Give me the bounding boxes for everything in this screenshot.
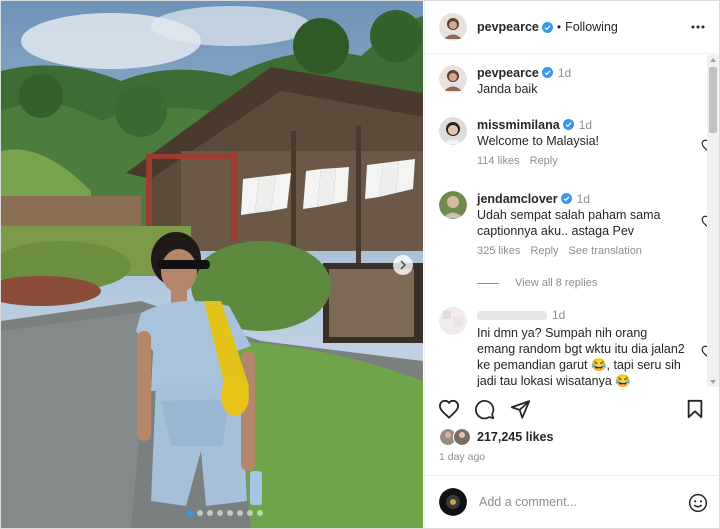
comment-button[interactable] bbox=[474, 399, 495, 423]
verified-badge-icon bbox=[562, 119, 574, 130]
blurred-username bbox=[477, 311, 547, 321]
commenter-username[interactable]: missmimilana bbox=[477, 118, 560, 132]
scroll-down-arrow-icon[interactable] bbox=[710, 380, 716, 384]
more-horizontal-icon bbox=[691, 25, 705, 29]
comment-time: 1d bbox=[557, 66, 572, 80]
chevron-right-icon bbox=[400, 260, 407, 270]
reply-button[interactable]: Reply bbox=[530, 155, 558, 167]
commenter-avatar[interactable] bbox=[439, 307, 467, 335]
heart-icon bbox=[438, 399, 460, 419]
scroll-up-arrow-icon[interactable] bbox=[710, 58, 716, 62]
likes-summary: 217,245 likes bbox=[439, 428, 553, 446]
carousel-dot[interactable] bbox=[197, 510, 203, 516]
carousel-dots bbox=[187, 510, 263, 516]
carousel-dot[interactable] bbox=[187, 510, 193, 516]
emoji-button[interactable] bbox=[688, 493, 708, 516]
header-bullet: • bbox=[556, 20, 562, 34]
comments-scrollbar[interactable] bbox=[707, 55, 719, 387]
commenter-avatar[interactable] bbox=[439, 65, 467, 93]
commenter-avatar[interactable] bbox=[439, 191, 467, 219]
post-photo[interactable] bbox=[1, 1, 423, 528]
comment-text: Janda baik bbox=[477, 82, 538, 96]
carousel-dot[interactable] bbox=[237, 510, 243, 516]
carousel-dot[interactable] bbox=[227, 510, 233, 516]
comment-likes[interactable]: 325 likes bbox=[477, 245, 520, 257]
comment-time: 1d bbox=[578, 118, 593, 132]
replies-divider-line bbox=[477, 282, 499, 284]
scrollbar-thumb[interactable] bbox=[709, 67, 717, 133]
carousel-next-button[interactable] bbox=[393, 255, 413, 275]
comment-text: Welcome to Malaysia! bbox=[477, 134, 600, 148]
verified-badge-icon bbox=[560, 193, 572, 204]
bookmark-icon bbox=[687, 399, 703, 419]
comment-likes[interactable]: 114 likes bbox=[477, 155, 520, 167]
likes-count[interactable]: 217,245 likes bbox=[477, 430, 553, 444]
commenter-username[interactable]: pevpearce bbox=[477, 66, 539, 80]
following-button[interactable]: Following bbox=[565, 20, 618, 34]
emoji-smile-icon bbox=[688, 493, 708, 513]
send-icon bbox=[510, 400, 531, 419]
liked-by-avatars bbox=[439, 428, 473, 446]
more-options-button[interactable] bbox=[690, 19, 706, 38]
comment-text: Ini dmn ya? Sumpah nih orang emang rando… bbox=[477, 326, 685, 387]
photo-scene bbox=[1, 1, 423, 528]
post-time-ago: 1 day ago bbox=[439, 451, 486, 463]
view-replies-label: View all 8 replies bbox=[515, 277, 598, 289]
verified-badge-icon bbox=[541, 21, 553, 33]
carousel-dot[interactable] bbox=[217, 510, 223, 516]
post-side-panel: pevpearce • Following pevpearce 1d Janda … bbox=[424, 1, 720, 528]
post-actions-bar bbox=[425, 391, 720, 431]
verified-badge-icon bbox=[541, 67, 553, 78]
author-avatar[interactable] bbox=[439, 13, 467, 41]
post-header: pevpearce • Following bbox=[425, 1, 720, 54]
comment-time: 1d bbox=[576, 192, 590, 206]
comment-bubble-icon bbox=[475, 400, 495, 420]
reply-button[interactable]: Reply bbox=[530, 245, 558, 257]
comments-list: pevpearce 1d Janda baik missmimilana 1d We… bbox=[425, 55, 720, 387]
add-comment-bar: Add a comment... bbox=[425, 475, 720, 528]
commenter-avatar[interactable] bbox=[439, 117, 467, 145]
save-button[interactable] bbox=[686, 399, 704, 422]
view-replies-button[interactable]: View all 8 replies bbox=[477, 277, 597, 289]
see-translation-button[interactable]: See translation bbox=[569, 245, 642, 257]
liker-avatar[interactable] bbox=[453, 428, 471, 446]
author-username[interactable]: pevpearce bbox=[477, 20, 539, 34]
comment-text: Udah sempat salah paham sama captionnya … bbox=[477, 208, 661, 238]
commenter-username[interactable]: jendamclover bbox=[477, 192, 558, 206]
carousel-dot[interactable] bbox=[207, 510, 213, 516]
carousel-dot[interactable] bbox=[257, 510, 263, 516]
add-comment-input[interactable]: Add a comment... bbox=[479, 495, 720, 509]
carousel-dot[interactable] bbox=[247, 510, 253, 516]
share-button[interactable] bbox=[510, 399, 531, 422]
like-button[interactable] bbox=[438, 399, 460, 422]
current-user-avatar bbox=[439, 488, 467, 516]
comment-time: 1d bbox=[552, 308, 566, 322]
